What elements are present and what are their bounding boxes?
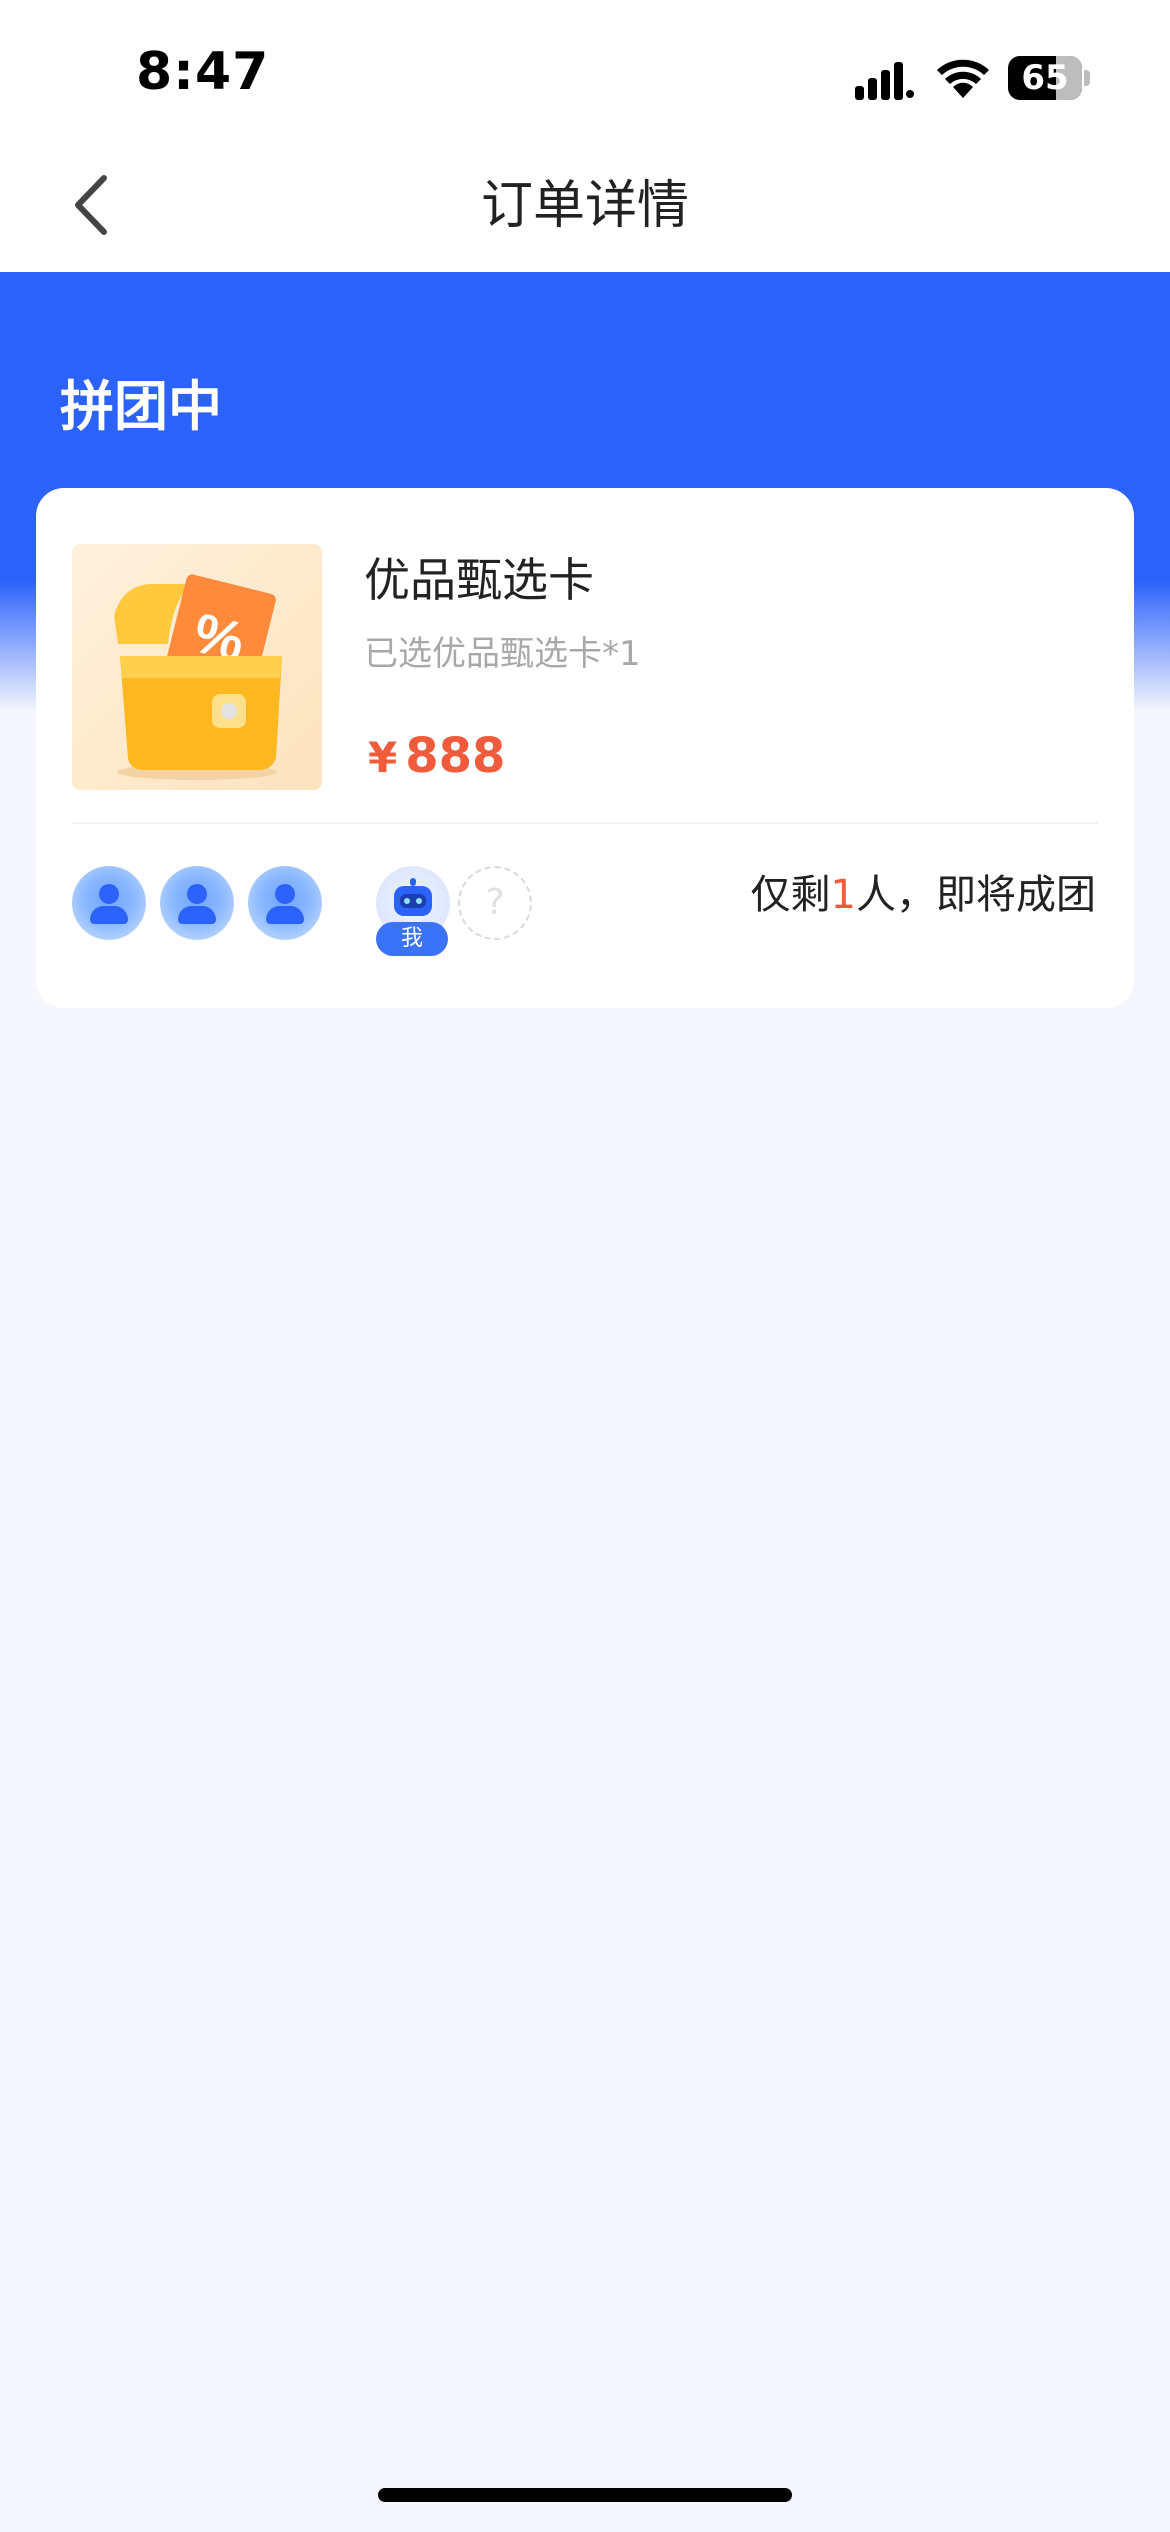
product-name: 优品甄选卡 [364,553,594,607]
remaining-count: 1 [830,872,856,918]
empty-member-slot: ? [458,866,532,940]
my-avatar: 我 [376,860,450,956]
treasure-box-coupon-icon: % [114,574,282,780]
product-image[interactable]: % [72,544,322,790]
divider [72,822,1098,824]
price-value: 888 [405,728,506,784]
member-avatar [72,866,146,940]
page-title: 订单详情 [480,176,689,236]
member-avatar [160,866,234,940]
product-spec: 已选优品甄选卡*1 [364,634,641,674]
group-members: 我 ? [72,860,532,980]
user-icon [99,884,119,904]
order-card: % 优品甄选卡 已选优品甄选卡*1 ¥888 我 ? 仅剩1人，即将成团 [36,488,1134,1008]
member-avatar [248,866,322,940]
me-badge: 我 [376,922,448,956]
battery-icon: 65 [1008,56,1090,100]
nav-bar: 订单详情 [0,140,1170,272]
cellular-signal-icon [855,62,914,100]
user-icon [275,884,295,904]
status-time: 8:47 [136,42,270,102]
product-price: ¥888 [368,728,505,784]
status-bar: 8:47 65 [0,0,1170,140]
wifi-icon [937,59,989,98]
order-status-label: 拼团中 [60,375,222,438]
home-indicator[interactable] [378,2488,792,2502]
group-remaining-text: 仅剩1人，即将成团 [750,872,1096,918]
currency-symbol: ¥ [368,733,398,782]
user-icon [187,884,207,904]
battery-level: 65 [1021,58,1069,98]
